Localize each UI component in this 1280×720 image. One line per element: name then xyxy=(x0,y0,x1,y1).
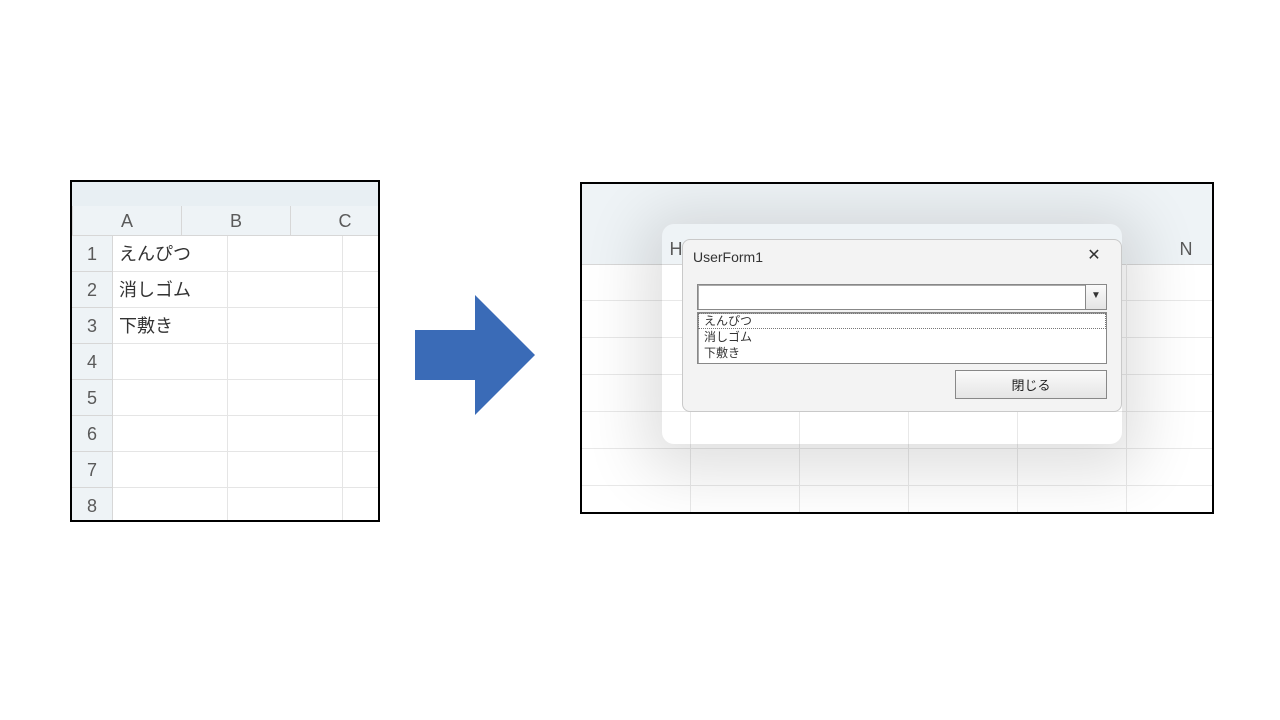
row-header-2[interactable]: 2 xyxy=(72,272,113,308)
cell-B5[interactable] xyxy=(228,380,343,416)
cell-B6[interactable] xyxy=(228,416,343,452)
column-header-row: A B C xyxy=(72,206,378,236)
cell-A7[interactable] xyxy=(113,452,228,488)
cell-B1[interactable] xyxy=(228,236,343,272)
col-header-C[interactable]: C xyxy=(291,206,380,236)
col-header-A[interactable]: A xyxy=(73,206,182,236)
row-header-7[interactable]: 7 xyxy=(72,452,113,488)
close-button[interactable]: 閉じる xyxy=(955,370,1107,399)
cell-A2[interactable]: 消しゴム xyxy=(113,272,228,308)
cell-B4[interactable] xyxy=(228,344,343,380)
cell-B2[interactable] xyxy=(228,272,343,308)
row-7: 7 xyxy=(72,452,378,488)
col-header-B[interactable]: B xyxy=(182,206,291,236)
cell-B3[interactable] xyxy=(228,308,343,344)
list-item[interactable]: 下敷き xyxy=(698,345,1106,361)
row-2: 2 消しゴム xyxy=(72,272,378,308)
cell-A8[interactable] xyxy=(113,488,228,522)
userform-dialog: UserForm1 ✕ ▼ えんぴつ 消しゴム 下敷き 閉じる xyxy=(682,239,1122,412)
cell-A6[interactable] xyxy=(113,416,228,452)
dialog-titlebar[interactable]: UserForm1 ✕ xyxy=(683,240,1121,274)
right-userform-panel: H N UserForm1 ✕ ▼ えんぴつ 消しゴム 下敷き 閉 xyxy=(580,182,1214,514)
close-icon[interactable]: ✕ xyxy=(1077,243,1111,271)
cell-B8[interactable] xyxy=(228,488,343,522)
row-header-4[interactable]: 4 xyxy=(72,344,113,380)
cell-C1[interactable] xyxy=(343,236,380,272)
col-header-N[interactable]: N xyxy=(1166,234,1206,264)
cell-B7[interactable] xyxy=(228,452,343,488)
dialog-body: ▼ えんぴつ 消しゴム 下敷き 閉じる xyxy=(683,274,1121,411)
row-1: 1 えんぴつ xyxy=(72,236,378,272)
cell-A1[interactable]: えんぴつ xyxy=(113,236,228,272)
formula-bar-strip xyxy=(72,182,378,206)
cell-C7[interactable] xyxy=(343,452,380,488)
cell-C5[interactable] xyxy=(343,380,380,416)
listbox[interactable]: えんぴつ 消しゴム 下敷き xyxy=(697,312,1107,364)
list-item[interactable]: 消しゴム xyxy=(698,329,1106,345)
cell-C4[interactable] xyxy=(343,344,380,380)
cell-A3[interactable]: 下敷き xyxy=(113,308,228,344)
combobox[interactable]: ▼ xyxy=(697,284,1107,310)
select-all-corner[interactable] xyxy=(72,206,73,236)
row-header-3[interactable]: 3 xyxy=(72,308,113,344)
dialog-title: UserForm1 xyxy=(693,249,1077,265)
cell-C2[interactable] xyxy=(343,272,380,308)
list-item[interactable]: えんぴつ xyxy=(698,313,1106,329)
chevron-down-icon[interactable]: ▼ xyxy=(1085,285,1106,309)
left-worksheet-panel: A B C 1 えんぴつ 2 消しゴム 3 下敷き 4 5 6 7 xyxy=(70,180,380,522)
row-4: 4 xyxy=(72,344,378,380)
row-header-6[interactable]: 6 xyxy=(72,416,113,452)
button-row: 閉じる xyxy=(697,370,1107,399)
row-6: 6 xyxy=(72,416,378,452)
row-header-8[interactable]: 8 xyxy=(72,488,113,522)
cell-A5[interactable] xyxy=(113,380,228,416)
row-8: 8 xyxy=(72,488,378,522)
cell-C6[interactable] xyxy=(343,416,380,452)
row-header-1[interactable]: 1 xyxy=(72,236,113,272)
combobox-input[interactable] xyxy=(698,285,1085,309)
row-5: 5 xyxy=(72,380,378,416)
cell-C3[interactable] xyxy=(343,308,380,344)
arrow-icon xyxy=(415,295,535,415)
row-header-5[interactable]: 5 xyxy=(72,380,113,416)
cell-C8[interactable] xyxy=(343,488,380,522)
cell-A4[interactable] xyxy=(113,344,228,380)
row-3: 3 下敷き xyxy=(72,308,378,344)
